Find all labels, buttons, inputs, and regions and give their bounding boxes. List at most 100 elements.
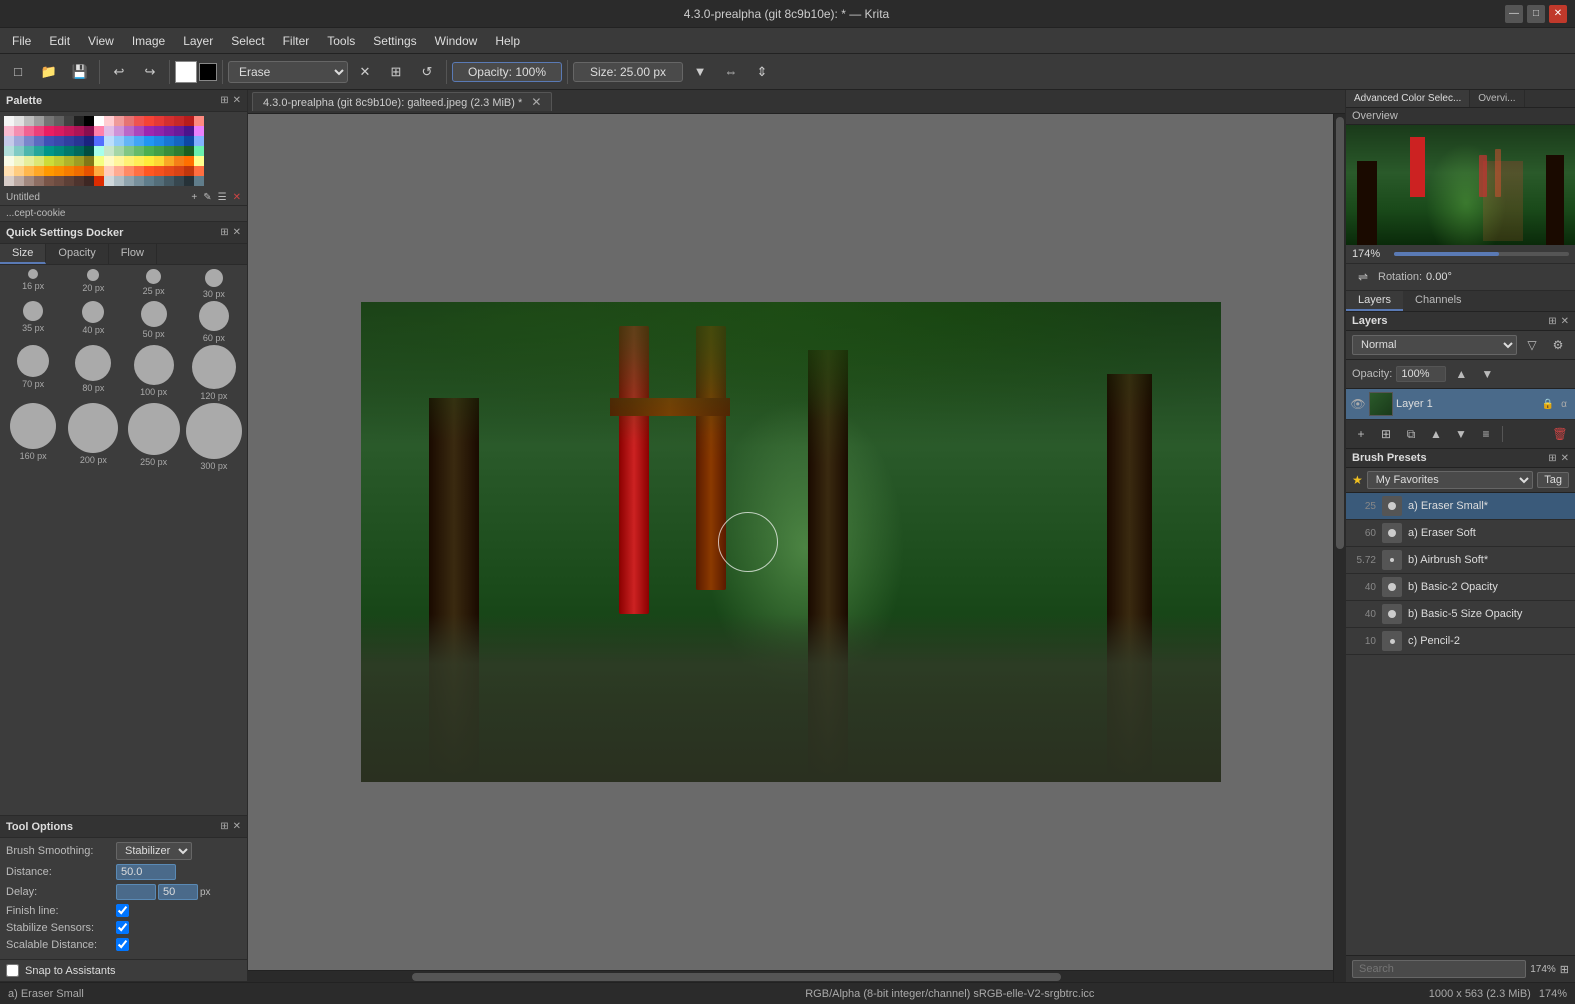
brush-refresh-button[interactable]: ⊞ (382, 58, 410, 86)
palette-cell[interactable] (114, 176, 124, 186)
palette-cell[interactable] (124, 166, 134, 176)
palette-cell[interactable] (154, 176, 164, 186)
palette-cell[interactable] (54, 176, 64, 186)
opacity-value-input[interactable] (1396, 366, 1446, 382)
window-controls[interactable]: — □ ✕ (1505, 5, 1567, 23)
palette-cell[interactable] (54, 146, 64, 156)
palette-cell[interactable] (94, 176, 104, 186)
layer-settings-button[interactable]: ⚙ (1547, 334, 1569, 356)
brush-preset-item[interactable]: 5.72b) Airbrush Soft* (1346, 547, 1575, 574)
layer-lock-icon[interactable]: 🔒 (1541, 397, 1555, 411)
layers-header-icons[interactable]: ⊞ ✕ (1548, 316, 1569, 327)
brush-size-item[interactable]: 250 px (125, 403, 183, 471)
palette-cell[interactable] (74, 126, 84, 136)
palette-cell[interactable] (114, 136, 124, 146)
palette-cell[interactable] (134, 146, 144, 156)
favorites-select[interactable]: My Favorites (1367, 471, 1533, 489)
palette-cell[interactable] (164, 116, 174, 126)
menu-item-file[interactable]: File (4, 32, 39, 50)
palette-cell[interactable] (54, 126, 64, 136)
palette-cell[interactable] (34, 166, 44, 176)
palette-cell[interactable] (24, 176, 34, 186)
brush-size-item[interactable]: 80 px (64, 345, 122, 401)
palette-cell[interactable] (164, 156, 174, 166)
menu-item-layer[interactable]: Layer (175, 32, 221, 50)
palette-cell[interactable] (44, 136, 54, 146)
menu-item-tools[interactable]: Tools (319, 32, 363, 50)
palette-cell[interactable] (174, 146, 184, 156)
group-layer-button[interactable]: ⊞ (1375, 423, 1397, 445)
brush-size-item[interactable]: 60 px (185, 301, 243, 343)
brush-size-item[interactable]: 160 px (4, 403, 62, 471)
palette-cell[interactable] (74, 116, 84, 126)
palette-cell[interactable] (144, 116, 154, 126)
palette-cell[interactable] (144, 176, 154, 186)
delay-input[interactable] (158, 884, 198, 900)
brush-size-item[interactable]: 120 px (185, 345, 243, 401)
palette-cell[interactable] (84, 126, 94, 136)
palette-cell[interactable] (184, 156, 194, 166)
palette-cell[interactable] (134, 156, 144, 166)
palette-cell[interactable] (4, 136, 14, 146)
brush-reload-button[interactable]: ↺ (413, 58, 441, 86)
palette-cell[interactable] (174, 116, 184, 126)
menu-item-help[interactable]: Help (487, 32, 528, 50)
palette-add-icon[interactable]: + (191, 192, 197, 203)
palette-cell[interactable] (144, 156, 154, 166)
palette-cell[interactable] (34, 136, 44, 146)
palette-cell[interactable] (24, 136, 34, 146)
palette-cell[interactable] (64, 116, 74, 126)
tab-channels[interactable]: Channels (1403, 291, 1473, 311)
palette-cell[interactable] (24, 116, 34, 126)
palette-cell[interactable] (74, 136, 84, 146)
palette-cell[interactable] (104, 176, 114, 186)
palette-cell[interactable] (64, 136, 74, 146)
palette-cell[interactable] (104, 116, 114, 126)
foreground-color[interactable] (175, 61, 197, 83)
tag-button[interactable]: Tag (1537, 472, 1569, 488)
palette-cell[interactable] (34, 176, 44, 186)
distance-input[interactable] (116, 864, 176, 880)
palette-cell[interactable] (44, 176, 54, 186)
palette-cell[interactable] (24, 126, 34, 136)
mirror-canvas-button[interactable]: ⇌ (1352, 266, 1374, 288)
palette-cell[interactable] (194, 116, 204, 126)
palette-cell[interactable] (194, 166, 204, 176)
palette-cell[interactable] (184, 176, 194, 186)
palette-cell[interactable] (174, 136, 184, 146)
palette-cell[interactable] (94, 136, 104, 146)
palette-cell[interactable] (64, 166, 74, 176)
canvas-tab[interactable]: 4.3.0-prealpha (git 8c9b10e): galteed.jp… (252, 92, 552, 111)
tab-advanced-color[interactable]: Advanced Color Selec... (1346, 90, 1470, 107)
quick-settings-expand-icon[interactable]: ⊞ (220, 227, 228, 238)
menu-item-edit[interactable]: Edit (41, 32, 78, 50)
save-button[interactable]: 💾 (66, 58, 94, 86)
flatten-layers-button[interactable]: ≡ (1475, 423, 1497, 445)
palette-cell[interactable] (74, 166, 84, 176)
delete-layer-button[interactable]: 🗑 (1549, 423, 1571, 445)
brush-size-item[interactable]: 35 px (4, 301, 62, 343)
palette-cell[interactable] (74, 156, 84, 166)
palette-cell[interactable] (84, 136, 94, 146)
brush-size-item[interactable]: 300 px (185, 403, 243, 471)
palette-cell[interactable] (184, 116, 194, 126)
palette-cell[interactable] (134, 176, 144, 186)
horizontal-scrollbar[interactable] (248, 970, 1333, 982)
palette-cell[interactable] (44, 146, 54, 156)
scroll-thumb-horizontal[interactable] (412, 973, 1061, 981)
brush-presets-icons[interactable]: ⊞ ✕ (1548, 453, 1569, 464)
palette-cell[interactable] (4, 116, 14, 126)
palette-cell[interactable] (124, 136, 134, 146)
menu-item-settings[interactable]: Settings (365, 32, 424, 50)
palette-cell[interactable] (184, 166, 194, 176)
close-button[interactable]: ✕ (1549, 5, 1567, 23)
brush-size-item[interactable]: 40 px (64, 301, 122, 343)
palette-cell[interactable] (164, 166, 174, 176)
blend-mode-select[interactable]: Normal (1352, 335, 1517, 355)
palette-cell[interactable] (14, 176, 24, 186)
palette-cell[interactable] (94, 156, 104, 166)
menu-item-image[interactable]: Image (124, 32, 173, 50)
mirror-h-button[interactable]: ⇔ (717, 58, 745, 86)
palette-cell[interactable] (194, 136, 204, 146)
layer-filter-button[interactable]: ▽ (1521, 334, 1543, 356)
